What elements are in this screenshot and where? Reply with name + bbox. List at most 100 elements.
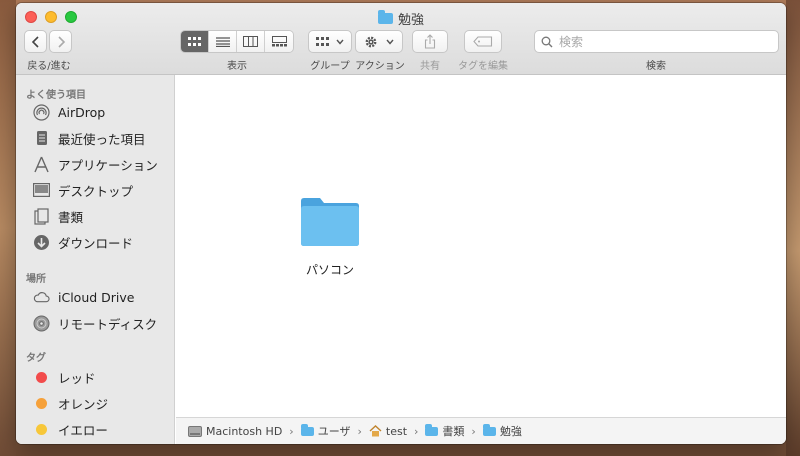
search-label: 検索 [646,61,666,72]
path-separator-icon: › [289,424,294,438]
finder-window: 勉強 戻る/進む 表示 グループ アクション 共有 タグを編集 検索 検索 よく… [16,3,786,444]
minimize-button[interactable] [45,11,57,23]
sidebar-item-label: オレンジ [58,396,109,412]
sidebar-item-tag-red[interactable]: レッド [16,365,175,389]
titlebar: 勉強 戻る/進む 表示 グループ アクション 共有 タグを編集 検索 検索 [16,3,786,75]
tag-dot-icon [33,369,50,386]
sidebar-item-icloud[interactable]: iCloud Drive [16,285,175,309]
sidebar-item-label: 書類 [58,209,84,225]
zoom-button[interactable] [65,11,77,23]
gallery-icon [271,36,287,47]
search-icon [541,36,553,47]
desktop-background-left [0,0,16,456]
applications-icon [33,156,50,173]
window-title-text: 勉強 [398,12,425,28]
path-crumb-label: 勉強 [499,425,522,438]
hard-drive-icon [188,425,202,437]
chevron-down-icon [336,39,344,45]
chevron-right-icon [57,35,65,48]
recents-icon [33,130,50,147]
path-crumb-label: 書類 [442,425,465,438]
path-bar: Macintosh HD › ユーザ › test › 書類 › 勉強 [176,417,786,444]
sidebar-item-desktop[interactable]: デスクトップ [16,178,175,202]
column-view-button[interactable] [237,31,265,52]
path-crumb-home[interactable]: test [369,425,407,438]
share-icon [424,34,436,49]
icon-view-button[interactable] [181,31,209,52]
path-crumb-disk[interactable]: Macintosh HD [188,425,282,438]
desktop-icon [33,182,50,199]
path-crumb-users[interactable]: ユーザ [300,423,351,439]
share-button[interactable] [412,30,448,53]
back-button[interactable] [24,30,47,53]
sidebar-item-label: iCloud Drive [58,289,135,305]
path-crumb-label: ユーザ [317,425,351,438]
path-separator-icon: › [414,424,419,438]
gallery-view-button[interactable] [265,31,293,52]
sidebar-item-label: ダウンロード [58,235,134,251]
sidebar-item-tag-yellow[interactable]: イエロー [16,417,175,441]
sidebar-item-applications[interactable]: アプリケーション [16,152,175,176]
path-separator-icon: › [471,424,476,438]
sidebar-item-label: 最近使った項目 [58,131,146,147]
sidebar-item-remote-disc[interactable]: リモートディスク [16,311,175,335]
sidebar-item-label: AirDrop [58,104,106,120]
columns-icon [243,36,258,47]
sidebar-item-label: レッド [58,370,96,386]
documents-icon [33,207,50,225]
path-crumb-documents[interactable]: 書類 [425,423,464,439]
sidebar-item-label: デスクトップ [58,183,134,199]
tag-dot-icon [33,395,50,412]
share-label: 共有 [420,61,440,72]
group-button[interactable] [308,30,352,53]
window-title: 勉強 [378,9,425,28]
list-icon [215,36,230,47]
gear-icon [365,36,377,47]
view-label: 表示 [227,61,247,72]
path-crumb-current[interactable]: 勉強 [482,423,522,439]
edit-tags-button[interactable] [464,30,502,53]
sidebar-item-downloads[interactable]: ダウンロード [16,230,175,254]
edit-tags-label: タグを編集 [458,61,508,72]
airdrop-icon [33,103,50,121]
downloads-icon [33,234,50,251]
chevron-down-icon [386,39,394,45]
forward-button[interactable] [49,30,72,53]
sidebar-item-label: リモートディスク [58,316,158,332]
grid-icon [187,36,201,46]
action-label: アクション [355,61,405,72]
cloud-icon [33,289,50,306]
disc-icon [33,315,50,332]
search-field[interactable] [534,30,779,53]
sidebar-item-label: アプリケーション [58,157,158,173]
desktop-background-right [786,0,800,456]
action-button[interactable] [355,30,403,53]
folder-name[interactable]: パソコン [280,261,380,278]
back-forward-label: 戻る/進む [27,61,71,72]
home-icon [369,425,382,437]
sidebar-item-documents[interactable]: 書類 [16,204,175,228]
sidebar-item-tag-orange[interactable]: オレンジ [16,391,175,415]
list-view-button[interactable] [209,31,237,52]
sidebar-section-locations: 場所 [26,274,46,285]
sidebar-item-recents[interactable]: 最近使った項目 [16,126,175,150]
sidebar-section-favorites: よく使う項目 [26,90,86,101]
sidebar-section-tags: タグ [26,353,46,364]
grid-icon [316,36,329,46]
chevron-left-icon [31,35,39,48]
sidebar-item-label: イエロー [58,422,108,438]
folder-icon [300,423,314,436]
tag-dot-icon [33,421,50,438]
path-crumb-label: Macintosh HD [206,424,283,438]
folder-icon [482,423,496,436]
sidebar: よく使う項目 AirDrop 最近使った項目 アプリケーション デスクトップ 書… [16,75,175,444]
view-segmented-control[interactable] [180,30,294,53]
folder-icon[interactable] [300,195,360,247]
folder-icon [378,9,393,24]
folder-icon [425,423,439,436]
path-separator-icon: › [357,424,362,438]
file-browser-area[interactable]: パソコン [176,75,786,411]
sidebar-item-airdrop[interactable]: AirDrop [16,100,175,124]
search-input[interactable] [559,34,759,49]
close-button[interactable] [25,11,37,23]
